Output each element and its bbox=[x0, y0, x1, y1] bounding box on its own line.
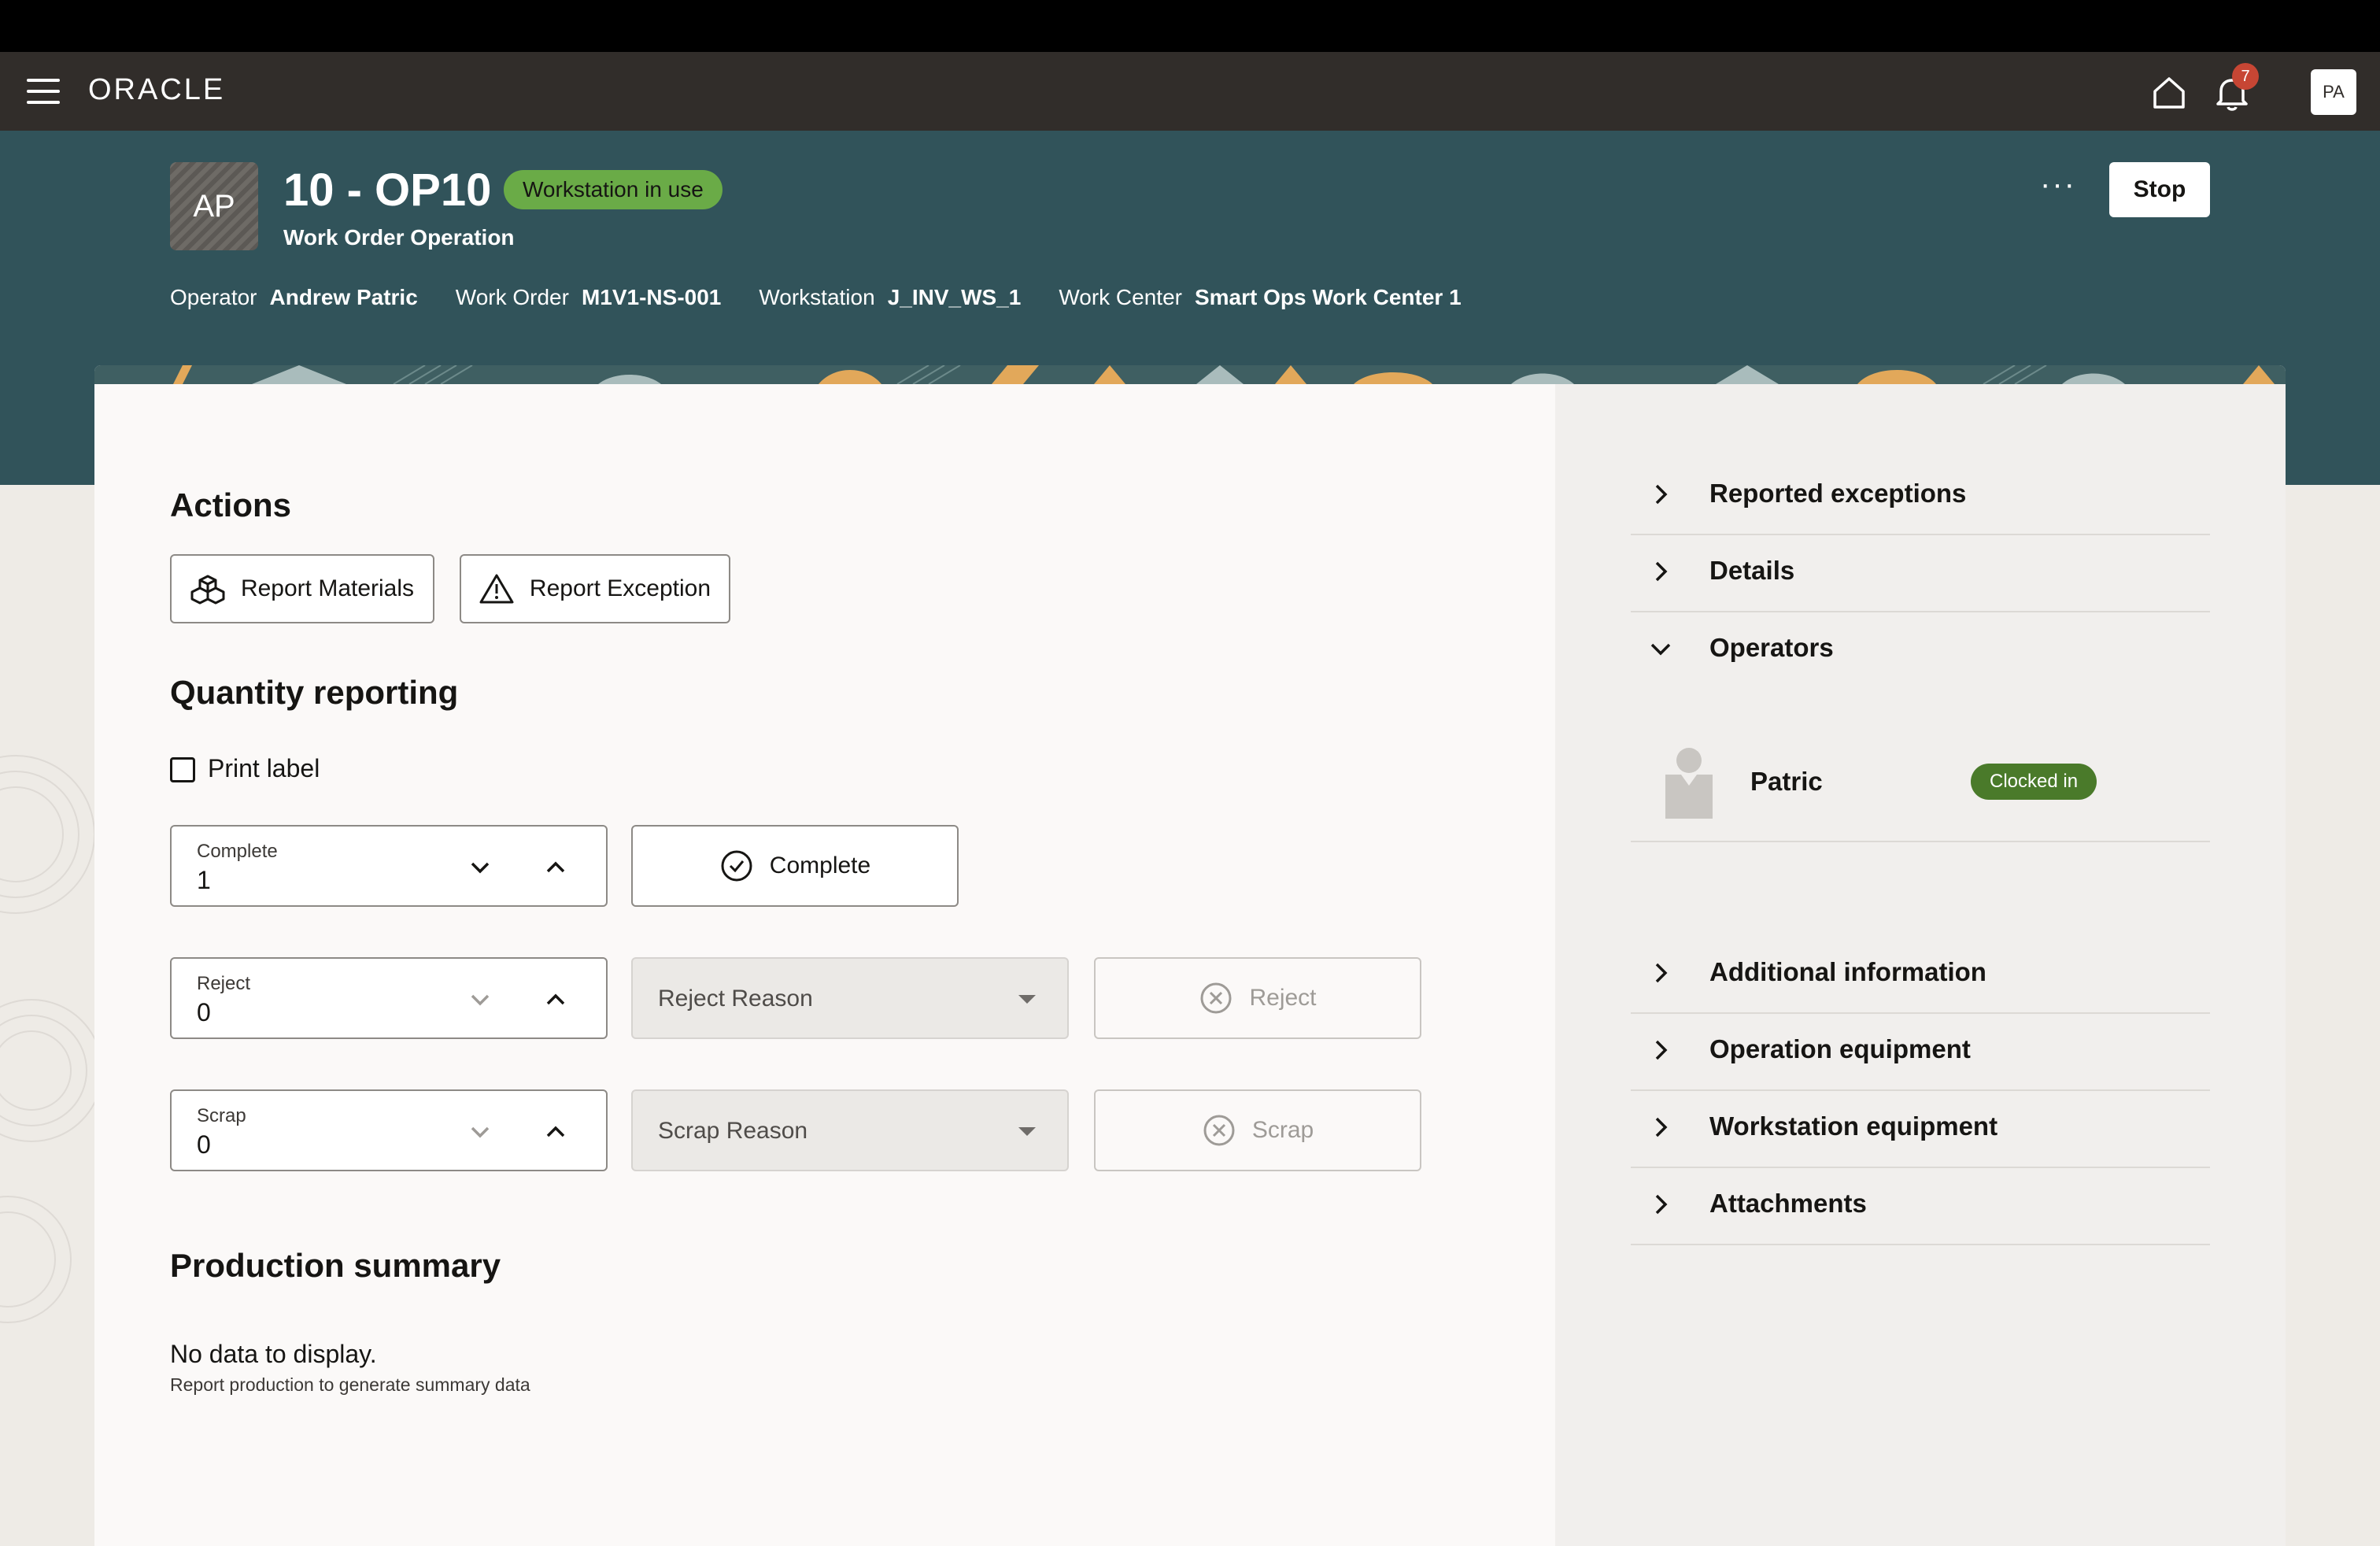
workstation-label: Workstation bbox=[759, 285, 875, 309]
chevron-up-icon[interactable] bbox=[538, 850, 573, 885]
chevron-right-icon bbox=[1655, 561, 1668, 582]
accordion-workstation-equipment[interactable]: Workstation equipment bbox=[1631, 1091, 2210, 1168]
chevron-down-icon[interactable] bbox=[463, 982, 497, 1017]
work-order-label: Work Order bbox=[455, 285, 569, 309]
stop-button[interactable]: Stop bbox=[2109, 162, 2210, 217]
chevron-down-icon[interactable] bbox=[463, 850, 497, 885]
work-center-value: Smart Ops Work Center 1 bbox=[1194, 285, 1462, 309]
scrap-quantity-stepper[interactable]: Scrap 0 bbox=[170, 1089, 608, 1171]
scrap-reason-select[interactable]: Scrap Reason bbox=[631, 1089, 1069, 1171]
scrap-reason-placeholder: Scrap Reason bbox=[658, 1118, 808, 1144]
accordion-label: Attachments bbox=[1709, 1189, 1867, 1218]
warning-icon bbox=[479, 574, 514, 604]
dropdown-caret-icon bbox=[1018, 995, 1036, 1004]
chevron-right-icon bbox=[1655, 484, 1668, 505]
accordion-reported-exceptions[interactable]: Reported exceptions bbox=[1631, 458, 2210, 535]
accordion-label: Workstation equipment bbox=[1709, 1111, 1998, 1141]
reject-reason-select[interactable]: Reject Reason bbox=[631, 957, 1069, 1039]
actions-title: Actions bbox=[170, 486, 292, 523]
decorative-banner bbox=[94, 365, 2286, 384]
reject-button-label: Reject bbox=[1249, 985, 1317, 1011]
production-summary-title: Production summary bbox=[170, 1247, 501, 1284]
work-center-label: Work Center bbox=[1059, 285, 1182, 309]
accordion-details[interactable]: Details bbox=[1631, 535, 2210, 612]
report-materials-button[interactable]: Report Materials bbox=[170, 554, 434, 623]
dropdown-caret-icon bbox=[1018, 1127, 1036, 1136]
complete-quantity-stepper[interactable]: Complete 1 bbox=[170, 825, 608, 907]
user-avatar[interactable]: PA bbox=[2311, 69, 2356, 115]
complete-field-label: Complete bbox=[197, 841, 278, 862]
chevron-right-icon bbox=[1655, 1194, 1668, 1215]
chevron-down-icon bbox=[1650, 643, 1671, 656]
background-pattern bbox=[0, 755, 94, 1323]
page-subtitle: Work Order Operation bbox=[283, 225, 515, 250]
page-title: 10 - OP10 bbox=[283, 165, 492, 216]
accordion-operators[interactable]: Operators bbox=[1631, 612, 2210, 691]
top-bar bbox=[0, 0, 2380, 52]
reject-reason-placeholder: Reject Reason bbox=[658, 986, 813, 1012]
report-materials-label: Report Materials bbox=[240, 575, 415, 601]
empty-state-text: No data to display. bbox=[170, 1340, 377, 1368]
check-circle-icon bbox=[721, 850, 752, 882]
operator-value: Andrew Patric bbox=[269, 285, 418, 309]
scrap-button-label: Scrap bbox=[1251, 1117, 1314, 1143]
scrap-button[interactable]: Scrap bbox=[1094, 1089, 1421, 1171]
navigation-bar: ORACLE 7 PA bbox=[0, 52, 2380, 131]
operator-avatar: AP bbox=[170, 162, 258, 250]
empty-state-subtext: Report production to generate summary da… bbox=[170, 1374, 530, 1395]
quantity-reporting-title: Quantity reporting bbox=[170, 674, 459, 711]
scrap-field-label: Scrap bbox=[197, 1105, 246, 1126]
operator-name: Patric bbox=[1750, 767, 1823, 796]
notification-badge: 7 bbox=[2232, 63, 2259, 90]
chevron-right-icon bbox=[1655, 963, 1668, 983]
accordion-attachments[interactable]: Attachments bbox=[1631, 1168, 2210, 1245]
reject-field-label: Reject bbox=[197, 973, 251, 994]
menu-icon[interactable] bbox=[27, 79, 60, 104]
home-icon[interactable] bbox=[2150, 74, 2188, 112]
chevron-right-icon bbox=[1655, 1117, 1668, 1137]
complete-button[interactable]: Complete bbox=[631, 825, 959, 907]
accordion-label: Reported exceptions bbox=[1709, 479, 1967, 508]
scrap-field-value[interactable]: 0 bbox=[197, 1130, 211, 1160]
print-label-checkbox[interactable] bbox=[170, 757, 195, 782]
clocked-in-badge: Clocked in bbox=[1971, 764, 2097, 800]
accordion-label: Operators bbox=[1709, 633, 1834, 662]
operator-label: Operator bbox=[170, 285, 257, 309]
status-badge: Workstation in use bbox=[504, 170, 722, 209]
x-circle-icon bbox=[1203, 1115, 1235, 1146]
person-icon bbox=[1665, 748, 1713, 819]
accordion-label: Details bbox=[1709, 556, 1795, 585]
reject-field-value[interactable]: 0 bbox=[197, 998, 211, 1027]
more-actions-button[interactable]: ··· bbox=[2038, 168, 2078, 205]
chevron-up-icon[interactable] bbox=[538, 982, 573, 1017]
reject-button[interactable]: Reject bbox=[1094, 957, 1421, 1039]
report-exception-button[interactable]: Report Exception bbox=[460, 554, 730, 623]
chevron-right-icon bbox=[1655, 1040, 1668, 1060]
x-circle-icon bbox=[1200, 982, 1232, 1014]
accordion-operation-equipment[interactable]: Operation equipment bbox=[1631, 1014, 2210, 1091]
print-label-text: Print label bbox=[208, 754, 320, 782]
header-meta: Operator Andrew Patric Work Order M1V1-N… bbox=[170, 285, 1499, 310]
chevron-down-icon[interactable] bbox=[463, 1115, 497, 1149]
operator-row: Patric Clocked in bbox=[1631, 691, 2210, 842]
reject-quantity-stepper[interactable]: Reject 0 bbox=[170, 957, 608, 1039]
oracle-logo: ORACLE bbox=[88, 73, 226, 106]
accordion-label: Operation equipment bbox=[1709, 1034, 1971, 1063]
report-exception-label: Report Exception bbox=[529, 575, 711, 601]
work-order-value: M1V1-NS-001 bbox=[581, 285, 722, 309]
chevron-up-icon[interactable] bbox=[538, 1115, 573, 1149]
complete-field-value[interactable]: 1 bbox=[197, 866, 211, 895]
workstation-value: J_INV_WS_1 bbox=[887, 285, 1022, 309]
complete-button-label: Complete bbox=[769, 853, 871, 878]
accordion-additional-information[interactable]: Additional information bbox=[1631, 937, 2210, 1014]
materials-icon bbox=[190, 575, 225, 605]
accordion-label: Additional information bbox=[1709, 957, 1986, 986]
